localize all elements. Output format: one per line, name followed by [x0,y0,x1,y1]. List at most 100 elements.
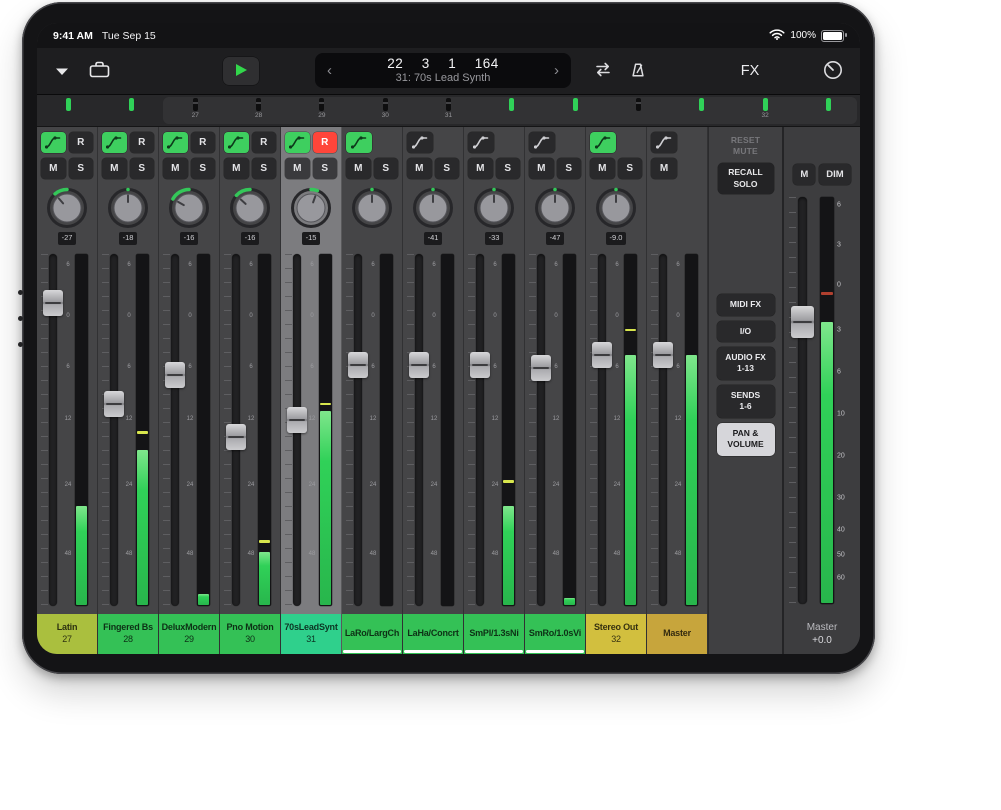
lcd-prev-chevron[interactable]: ‹ [325,63,334,78]
solo-button[interactable]: S [313,158,338,179]
record-arm-button[interactable]: R [191,132,216,153]
fader-track[interactable] [659,254,667,606]
fader-handle[interactable] [470,352,490,378]
solo-button[interactable]: S [130,158,155,179]
automation-button[interactable] [407,132,433,153]
reset-mute-button[interactable]: RESET MUTE [731,135,760,157]
fader-track[interactable] [476,254,484,606]
fx-button[interactable]: FX [737,48,763,94]
overview-cell[interactable]: 27 [164,95,227,126]
pan-knob[interactable] [98,185,158,231]
mute-button[interactable]: M [224,158,249,179]
fader-track[interactable] [415,254,423,606]
automation-button[interactable] [590,132,616,153]
overview-cell[interactable]: 29 [290,95,353,126]
fader-handle[interactable] [653,342,673,368]
channel-name-label[interactable]: Fingered Bs28 [98,614,158,654]
fader-handle[interactable] [531,355,551,381]
disclosure-chevron-button[interactable] [55,64,69,79]
overview-cell[interactable] [480,95,543,126]
lcd-display[interactable]: ‹ 22 3 1 164 31: 70s Lead Synth › [315,53,571,88]
channel-name-label[interactable]: LaRo/LargCh [342,614,402,654]
pan-knob[interactable] [220,185,280,231]
mute-button[interactable]: M [407,158,432,179]
mute-button[interactable]: M [346,158,371,179]
mute-button[interactable]: M [468,158,493,179]
automation-button[interactable] [468,132,494,153]
automation-button[interactable] [102,132,127,153]
settings-dial-button[interactable] [822,59,844,84]
solo-button[interactable]: S [374,158,399,179]
pan-knob[interactable] [37,185,97,231]
master-fader-handle[interactable] [791,306,814,338]
solo-button[interactable]: S [69,158,94,179]
record-arm-button[interactable]: R [130,132,155,153]
fader-track[interactable] [110,254,118,606]
play-button[interactable] [223,57,259,85]
channel-name-label[interactable]: Pno Motion30 [220,614,280,654]
fader-handle[interactable] [592,342,612,368]
overview-cell[interactable] [544,95,607,126]
mute-button[interactable]: M [285,158,310,179]
automation-button[interactable] [529,132,555,153]
overview-cell[interactable]: 32 [733,95,796,126]
channel-name-label[interactable]: Latin27 [37,614,97,654]
mute-button[interactable]: M [651,158,677,179]
automation-button[interactable] [285,132,310,153]
record-arm-button[interactable]: R [69,132,94,153]
pan-knob[interactable] [586,185,646,231]
mute-button[interactable]: M [41,158,66,179]
mute-button[interactable]: M [529,158,554,179]
pan-knob[interactable] [281,185,341,231]
fader-handle[interactable] [165,362,185,388]
fader-handle[interactable] [287,407,307,433]
pan-knob[interactable] [464,185,524,231]
solo-button[interactable]: S [618,158,643,179]
fader-handle[interactable] [104,391,124,417]
master-fader-track[interactable] [798,197,807,604]
fader-handle[interactable] [348,352,368,378]
fader-track[interactable] [598,254,606,606]
channel-name-label[interactable]: 70sLeadSynt31 [281,614,341,654]
record-arm-button[interactable]: R [313,132,338,153]
mute-button[interactable]: M [163,158,188,179]
recall-solo-button[interactable]: RECALL SOLO [718,163,774,194]
fader-handle[interactable] [409,352,429,378]
overview-cell[interactable] [100,95,163,126]
solo-button[interactable]: S [557,158,582,179]
metronome-button[interactable] [630,62,646,81]
lcd-next-chevron[interactable]: › [552,63,561,78]
master-dim-button[interactable]: DIM [819,164,850,185]
channel-name-label[interactable]: DeluxModern29 [159,614,219,654]
fader-track[interactable] [537,254,545,606]
fader-handle[interactable] [43,290,63,316]
panel-tab-sends-1-6[interactable]: SENDS1-6 [717,385,775,418]
automation-button[interactable] [163,132,188,153]
browser-toolbox-button[interactable] [89,61,110,81]
overview-cell[interactable]: 31 [417,95,480,126]
solo-button[interactable]: S [435,158,460,179]
overview-cell[interactable]: 28 [227,95,290,126]
fader-track[interactable] [171,254,179,606]
panel-tab-audio-fx-1-13[interactable]: AUDIO FX1-13 [717,347,775,380]
solo-button[interactable]: S [252,158,277,179]
channel-name-label[interactable]: LaHa/Concrt [403,614,463,654]
solo-button[interactable]: S [191,158,216,179]
mute-button[interactable]: M [590,158,615,179]
pan-knob[interactable] [525,185,585,231]
cycle-button[interactable] [593,62,613,80]
mute-button[interactable]: M [102,158,127,179]
solo-button[interactable]: S [496,158,521,179]
overview-cell[interactable]: 30 [354,95,417,126]
overview-cell[interactable] [797,95,860,126]
panel-tab-i-o[interactable]: I/O [717,321,775,342]
pan-knob[interactable] [159,185,219,231]
pan-knob[interactable] [403,185,463,231]
channel-name-label[interactable]: SmPl/1.3sNi [464,614,524,654]
pan-knob[interactable] [342,185,402,231]
overview-cell[interactable] [37,95,100,126]
channel-name-label[interactable]: SmRo/1.0sVi [525,614,585,654]
record-arm-button[interactable]: R [252,132,277,153]
channel-name-label[interactable]: Stereo Out32 [586,614,646,654]
automation-button[interactable] [224,132,249,153]
